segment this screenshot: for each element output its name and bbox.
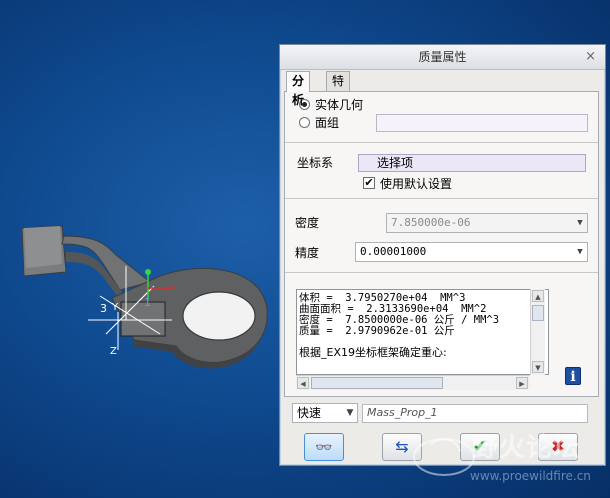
density-field: 7.850000e-06 ▼ bbox=[386, 213, 588, 233]
csys-label-3: 3 bbox=[100, 302, 107, 315]
preview-button[interactable]: 👓 bbox=[304, 433, 344, 461]
info-icon[interactable]: i bbox=[565, 367, 581, 385]
accuracy-value: 0.00001000 bbox=[360, 245, 427, 258]
dropdown-arrow-icon: ▼ bbox=[577, 218, 583, 228]
use-default-label: 使用默认设置 bbox=[380, 177, 453, 191]
density-label: 密度 bbox=[295, 216, 320, 230]
csys-label: 坐标系 bbox=[297, 156, 334, 170]
csys-label-y: Y bbox=[111, 302, 119, 313]
csys-selector[interactable]: 选择项 bbox=[358, 154, 586, 172]
density-value: 7.850000e-06 bbox=[391, 216, 471, 229]
dialog-titlebar[interactable]: 质量属性 × bbox=[280, 45, 605, 70]
scroll-right-icon[interactable]: ▶ bbox=[516, 377, 528, 389]
part-bent-strip bbox=[61, 235, 152, 291]
ok-button[interactable]: ✔ bbox=[460, 433, 500, 461]
separator bbox=[285, 142, 598, 143]
tab-analysis[interactable]: 分析 bbox=[286, 71, 311, 107]
scroll-down-icon[interactable]: ▼ bbox=[532, 361, 544, 373]
quilt-label: 面组 bbox=[315, 116, 340, 130]
result-line-blank bbox=[299, 337, 546, 343]
result-line-cg: 根据_EX19坐标框架确定重心: bbox=[299, 346, 447, 359]
tab-feature[interactable]: 特征 bbox=[326, 71, 351, 107]
radio-quilt[interactable] bbox=[299, 117, 310, 128]
cancel-x-icon: ✖ bbox=[550, 437, 566, 457]
accuracy-combo[interactable]: 0.00001000 ▼ bbox=[355, 242, 588, 262]
repeat-icon: ⇆ bbox=[395, 437, 409, 456]
mode-value: 快速 bbox=[297, 406, 322, 420]
scroll-left-icon[interactable]: ◀ bbox=[297, 377, 309, 389]
results-horizontal-scrollbar[interactable]: ◀ ▶ bbox=[296, 375, 530, 390]
results-vertical-scrollbar[interactable]: ▲ ▼ bbox=[530, 289, 545, 375]
accuracy-label: 精度 bbox=[295, 246, 320, 260]
vertical-scroll-thumb[interactable] bbox=[532, 305, 544, 321]
csys-label-z: Z bbox=[110, 346, 117, 357]
part-square-cut bbox=[120, 301, 166, 337]
repeat-button[interactable]: ⇆ bbox=[382, 433, 422, 461]
result-line-mass: 质量 = 2.9790962e-01 公斤 bbox=[299, 325, 455, 337]
csys-label-1: 1 bbox=[144, 296, 151, 309]
separator bbox=[285, 272, 598, 273]
axis-red-end bbox=[170, 286, 174, 290]
results-text-area[interactable]: 体积 = 3.7950270e+04 MM^3 曲面面积 = 2.3133690… bbox=[296, 289, 549, 375]
dropdown-arrow-icon[interactable]: ▼ bbox=[343, 404, 357, 422]
part-hole bbox=[182, 291, 256, 341]
cancel-button[interactable]: ✖ bbox=[538, 433, 578, 461]
analysis-name-field[interactable]: Mass_Prop_1 bbox=[362, 404, 588, 423]
horizontal-scroll-thumb[interactable] bbox=[311, 377, 443, 389]
axis-green-end bbox=[145, 269, 151, 275]
dialog-title: 质量属性 bbox=[418, 50, 467, 64]
part-tab-face bbox=[24, 226, 62, 268]
use-default-checkbox[interactable]: ✔ bbox=[363, 177, 375, 189]
separator bbox=[285, 198, 598, 199]
ok-check-icon: ✔ bbox=[472, 436, 488, 457]
mass-properties-dialog: 质量属性 × 分析 特征 实体几何 面组 坐标系 选择项 ✔ 使用默认设置 密度… bbox=[279, 44, 606, 466]
close-icon[interactable]: × bbox=[585, 45, 596, 68]
dropdown-arrow-icon[interactable]: ▼ bbox=[573, 243, 587, 261]
mode-combo[interactable]: 快速 ▼ bbox=[292, 403, 358, 423]
glasses-icon: 👓 bbox=[315, 440, 333, 456]
scroll-up-icon[interactable]: ▲ bbox=[532, 290, 544, 302]
quilt-collector[interactable] bbox=[376, 114, 588, 132]
solid-geometry-label: 实体几何 bbox=[315, 98, 364, 112]
